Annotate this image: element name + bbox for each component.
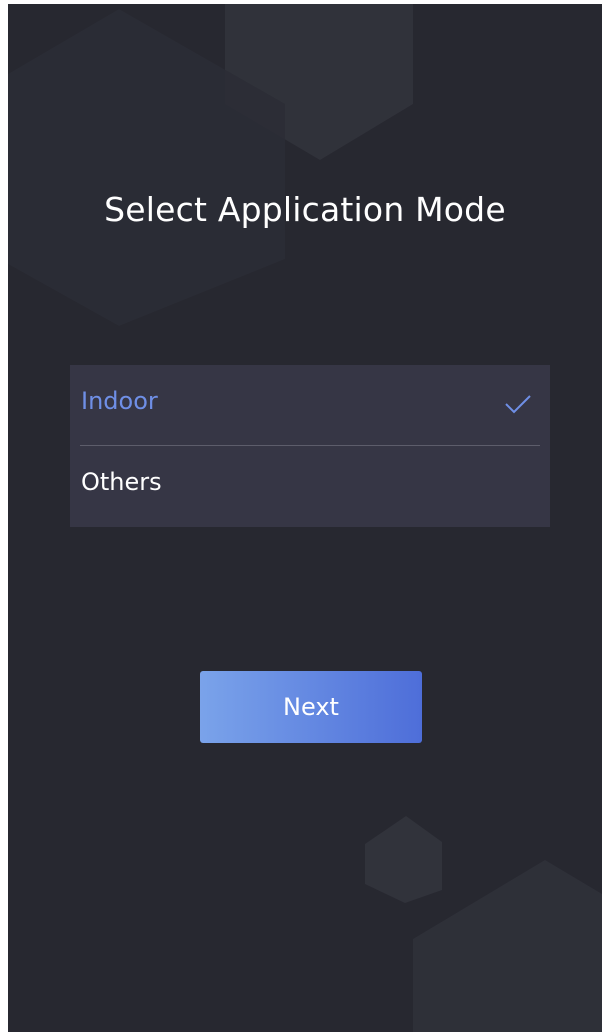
check-icon <box>505 395 531 414</box>
mode-option-indoor[interactable]: Indoor <box>70 365 550 445</box>
mode-option-label: Others <box>81 468 162 496</box>
application-mode-screen: Select Application Mode Indoor Others Ne… <box>8 4 602 1032</box>
next-button[interactable]: Next <box>200 671 422 743</box>
page-title: Select Application Mode <box>104 190 506 229</box>
mode-option-others[interactable]: Others <box>70 446 550 526</box>
application-mode-list: Indoor Others <box>70 365 550 527</box>
mode-option-label: Indoor <box>81 387 158 415</box>
